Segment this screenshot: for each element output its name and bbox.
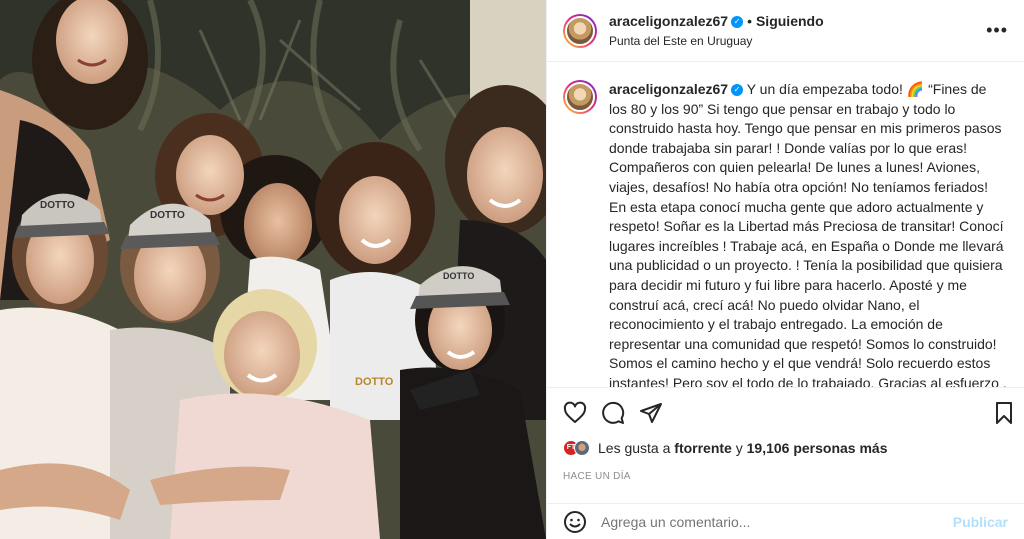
more-options-icon[interactable]: ••• bbox=[986, 20, 1008, 41]
caption-text: araceligonzalez67 ✓ Y un día empezaba tod… bbox=[609, 80, 1008, 387]
post-header: araceligonzalez67 ✓ • Siguiendo Punta del E… bbox=[547, 0, 1024, 62]
author-info: araceligonzalez67 ✓ • Siguiendo Punta del E… bbox=[609, 12, 986, 49]
author-avatar[interactable] bbox=[563, 13, 597, 48]
bookmark-icon[interactable] bbox=[992, 401, 1016, 425]
liker-avatar[interactable] bbox=[574, 440, 590, 456]
separator-dot: • bbox=[747, 13, 752, 29]
post-photo[interactable]: DOTTO DOTTO DOTTO DOTTO bbox=[0, 0, 546, 539]
author-username[interactable]: araceligonzalez67 bbox=[609, 13, 728, 29]
caption-username[interactable]: araceligonzalez67 bbox=[609, 81, 728, 97]
share-icon[interactable] bbox=[639, 401, 663, 425]
verified-badge-icon: ✓ bbox=[731, 84, 744, 97]
emoji-icon[interactable] bbox=[563, 510, 587, 534]
post-side-panel: araceligonzalez67 ✓ • Siguiendo Punta del E… bbox=[546, 0, 1024, 539]
likes-text: Les gusta a ftorrente y 19,106 personas … bbox=[598, 440, 888, 456]
following-button[interactable]: Siguiendo bbox=[756, 13, 824, 29]
caption-section: araceligonzalez67 ✓ Y un día empezaba tod… bbox=[547, 62, 1024, 387]
likes-user-link[interactable]: ftorrente bbox=[674, 440, 732, 456]
caption-comment: araceligonzalez67 ✓ Y un día empezaba tod… bbox=[563, 80, 1008, 387]
likes-middle: y bbox=[735, 440, 743, 456]
comment-bar: Publicar bbox=[547, 503, 1024, 539]
likes-prefix: Les gusta a bbox=[598, 440, 671, 456]
verified-badge-icon: ✓ bbox=[731, 15, 744, 28]
comment-input[interactable] bbox=[601, 513, 953, 530]
comment-icon[interactable] bbox=[601, 401, 625, 425]
likes-count-link[interactable]: 19,106 personas más bbox=[747, 440, 888, 456]
publish-button[interactable]: Publicar bbox=[953, 514, 1008, 530]
cap-logo-3: DOTTO bbox=[443, 271, 474, 281]
shirt-logo: DOTTO bbox=[355, 376, 394, 388]
cap-logo-1: DOTTO bbox=[40, 200, 75, 211]
post-timestamp[interactable]: HACE UN DÍA bbox=[563, 471, 631, 482]
group-photo-illustration: DOTTO DOTTO DOTTO DOTTO bbox=[0, 0, 546, 539]
likes-summary: FT Les gusta a ftorrente y 19,106 person… bbox=[563, 440, 888, 456]
post-location[interactable]: Punta del Este en Uruguay bbox=[609, 34, 986, 49]
action-bar bbox=[547, 387, 1024, 437]
cap-logo-2: DOTTO bbox=[150, 210, 185, 221]
caption-author-avatar[interactable] bbox=[563, 80, 597, 114]
caption-body: Y un día empezaba todo! 🌈 “Fines de los … bbox=[609, 81, 1007, 387]
heart-icon[interactable] bbox=[563, 401, 587, 425]
instagram-post-modal: DOTTO DOTTO DOTTO DOTTO araceligonzalez6… bbox=[0, 0, 1024, 539]
